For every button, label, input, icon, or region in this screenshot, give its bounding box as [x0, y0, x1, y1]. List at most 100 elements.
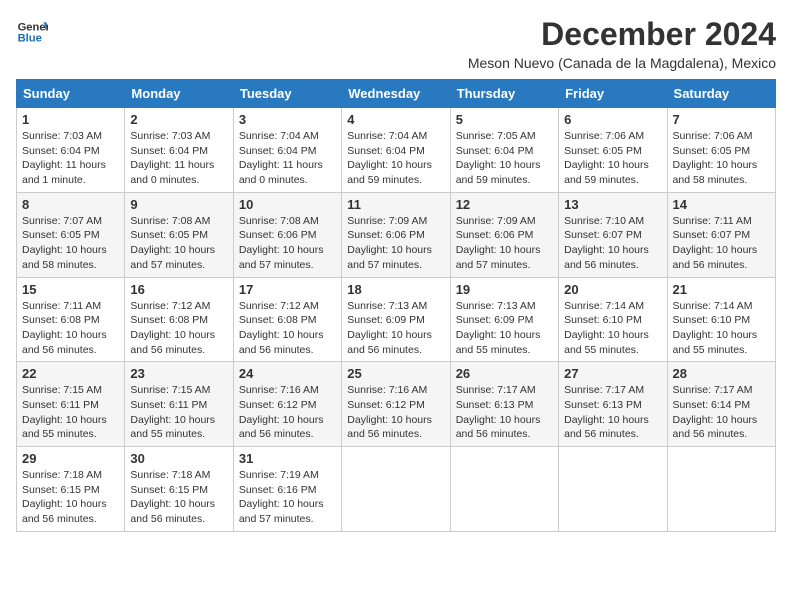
day-cell: 27 Sunrise: 7:17 AMSunset: 6:13 PMDaylig… [559, 362, 667, 447]
day-number: 5 [456, 112, 553, 127]
day-cell [667, 447, 775, 532]
day-cell: 28 Sunrise: 7:17 AMSunset: 6:14 PMDaylig… [667, 362, 775, 447]
day-cell: 21 Sunrise: 7:14 AMSunset: 6:10 PMDaylig… [667, 277, 775, 362]
day-number: 3 [239, 112, 336, 127]
page-header: General Blue December 2024 Meson Nuevo (… [16, 16, 776, 71]
day-cell: 29 Sunrise: 7:18 AMSunset: 6:15 PMDaylig… [17, 447, 125, 532]
day-cell: 5 Sunrise: 7:05 AMSunset: 6:04 PMDayligh… [450, 108, 558, 193]
day-cell: 19 Sunrise: 7:13 AMSunset: 6:09 PMDaylig… [450, 277, 558, 362]
day-number: 12 [456, 197, 553, 212]
day-detail: Sunrise: 7:16 AMSunset: 6:12 PMDaylight:… [347, 383, 444, 442]
day-detail: Sunrise: 7:11 AMSunset: 6:07 PMDaylight:… [673, 214, 770, 273]
day-cell: 31 Sunrise: 7:19 AMSunset: 6:16 PMDaylig… [233, 447, 341, 532]
day-cell: 11 Sunrise: 7:09 AMSunset: 6:06 PMDaylig… [342, 192, 450, 277]
header-thursday: Thursday [450, 80, 558, 108]
day-number: 29 [22, 451, 119, 466]
day-number: 15 [22, 282, 119, 297]
day-cell: 18 Sunrise: 7:13 AMSunset: 6:09 PMDaylig… [342, 277, 450, 362]
day-detail: Sunrise: 7:17 AMSunset: 6:14 PMDaylight:… [673, 383, 770, 442]
day-detail: Sunrise: 7:18 AMSunset: 6:15 PMDaylight:… [130, 468, 227, 527]
title-block: December 2024 Meson Nuevo (Canada de la … [468, 16, 776, 71]
day-cell: 8 Sunrise: 7:07 AMSunset: 6:05 PMDayligh… [17, 192, 125, 277]
day-cell [450, 447, 558, 532]
day-cell [342, 447, 450, 532]
day-number: 6 [564, 112, 661, 127]
week-row-5: 29 Sunrise: 7:18 AMSunset: 6:15 PMDaylig… [17, 447, 776, 532]
day-detail: Sunrise: 7:09 AMSunset: 6:06 PMDaylight:… [347, 214, 444, 273]
day-number: 14 [673, 197, 770, 212]
location-subtitle: Meson Nuevo (Canada de la Magdalena), Me… [468, 55, 776, 71]
week-row-2: 8 Sunrise: 7:07 AMSunset: 6:05 PMDayligh… [17, 192, 776, 277]
day-detail: Sunrise: 7:15 AMSunset: 6:11 PMDaylight:… [130, 383, 227, 442]
header-tuesday: Tuesday [233, 80, 341, 108]
svg-text:General: General [18, 21, 48, 33]
day-number: 21 [673, 282, 770, 297]
logo: General Blue [16, 16, 48, 48]
day-detail: Sunrise: 7:14 AMSunset: 6:10 PMDaylight:… [673, 299, 770, 358]
day-detail: Sunrise: 7:04 AMSunset: 6:04 PMDaylight:… [347, 129, 444, 188]
day-number: 19 [456, 282, 553, 297]
day-number: 30 [130, 451, 227, 466]
day-detail: Sunrise: 7:15 AMSunset: 6:11 PMDaylight:… [22, 383, 119, 442]
day-cell: 16 Sunrise: 7:12 AMSunset: 6:08 PMDaylig… [125, 277, 233, 362]
day-cell: 13 Sunrise: 7:10 AMSunset: 6:07 PMDaylig… [559, 192, 667, 277]
day-cell: 20 Sunrise: 7:14 AMSunset: 6:10 PMDaylig… [559, 277, 667, 362]
day-number: 18 [347, 282, 444, 297]
day-cell: 30 Sunrise: 7:18 AMSunset: 6:15 PMDaylig… [125, 447, 233, 532]
day-detail: Sunrise: 7:09 AMSunset: 6:06 PMDaylight:… [456, 214, 553, 273]
month-title: December 2024 [468, 16, 776, 53]
day-cell: 14 Sunrise: 7:11 AMSunset: 6:07 PMDaylig… [667, 192, 775, 277]
day-number: 31 [239, 451, 336, 466]
week-row-3: 15 Sunrise: 7:11 AMSunset: 6:08 PMDaylig… [17, 277, 776, 362]
day-detail: Sunrise: 7:04 AMSunset: 6:04 PMDaylight:… [239, 129, 336, 188]
day-number: 2 [130, 112, 227, 127]
day-number: 17 [239, 282, 336, 297]
day-number: 13 [564, 197, 661, 212]
day-number: 4 [347, 112, 444, 127]
day-cell: 17 Sunrise: 7:12 AMSunset: 6:08 PMDaylig… [233, 277, 341, 362]
day-detail: Sunrise: 7:16 AMSunset: 6:12 PMDaylight:… [239, 383, 336, 442]
day-number: 10 [239, 197, 336, 212]
day-cell: 23 Sunrise: 7:15 AMSunset: 6:11 PMDaylig… [125, 362, 233, 447]
day-number: 26 [456, 366, 553, 381]
day-number: 23 [130, 366, 227, 381]
day-number: 22 [22, 366, 119, 381]
day-detail: Sunrise: 7:05 AMSunset: 6:04 PMDaylight:… [456, 129, 553, 188]
day-detail: Sunrise: 7:14 AMSunset: 6:10 PMDaylight:… [564, 299, 661, 358]
day-number: 1 [22, 112, 119, 127]
day-cell: 3 Sunrise: 7:04 AMSunset: 6:04 PMDayligh… [233, 108, 341, 193]
week-row-4: 22 Sunrise: 7:15 AMSunset: 6:11 PMDaylig… [17, 362, 776, 447]
day-cell: 25 Sunrise: 7:16 AMSunset: 6:12 PMDaylig… [342, 362, 450, 447]
day-cell: 15 Sunrise: 7:11 AMSunset: 6:08 PMDaylig… [17, 277, 125, 362]
calendar-table: SundayMondayTuesdayWednesdayThursdayFrid… [16, 79, 776, 532]
day-detail: Sunrise: 7:11 AMSunset: 6:08 PMDaylight:… [22, 299, 119, 358]
header-sunday: Sunday [17, 80, 125, 108]
day-number: 8 [22, 197, 119, 212]
day-cell: 24 Sunrise: 7:16 AMSunset: 6:12 PMDaylig… [233, 362, 341, 447]
day-detail: Sunrise: 7:17 AMSunset: 6:13 PMDaylight:… [564, 383, 661, 442]
day-cell: 7 Sunrise: 7:06 AMSunset: 6:05 PMDayligh… [667, 108, 775, 193]
day-cell: 9 Sunrise: 7:08 AMSunset: 6:05 PMDayligh… [125, 192, 233, 277]
day-cell: 22 Sunrise: 7:15 AMSunset: 6:11 PMDaylig… [17, 362, 125, 447]
day-cell [559, 447, 667, 532]
day-detail: Sunrise: 7:08 AMSunset: 6:05 PMDaylight:… [130, 214, 227, 273]
day-detail: Sunrise: 7:06 AMSunset: 6:05 PMDaylight:… [564, 129, 661, 188]
day-detail: Sunrise: 7:12 AMSunset: 6:08 PMDaylight:… [130, 299, 227, 358]
day-number: 25 [347, 366, 444, 381]
day-number: 24 [239, 366, 336, 381]
day-number: 9 [130, 197, 227, 212]
header-wednesday: Wednesday [342, 80, 450, 108]
day-cell: 12 Sunrise: 7:09 AMSunset: 6:06 PMDaylig… [450, 192, 558, 277]
header-row: SundayMondayTuesdayWednesdayThursdayFrid… [17, 80, 776, 108]
day-cell: 2 Sunrise: 7:03 AMSunset: 6:04 PMDayligh… [125, 108, 233, 193]
day-detail: Sunrise: 7:13 AMSunset: 6:09 PMDaylight:… [456, 299, 553, 358]
day-detail: Sunrise: 7:03 AMSunset: 6:04 PMDaylight:… [130, 129, 227, 188]
day-detail: Sunrise: 7:07 AMSunset: 6:05 PMDaylight:… [22, 214, 119, 273]
header-monday: Monday [125, 80, 233, 108]
header-saturday: Saturday [667, 80, 775, 108]
day-cell: 4 Sunrise: 7:04 AMSunset: 6:04 PMDayligh… [342, 108, 450, 193]
day-cell: 26 Sunrise: 7:17 AMSunset: 6:13 PMDaylig… [450, 362, 558, 447]
day-number: 28 [673, 366, 770, 381]
day-detail: Sunrise: 7:03 AMSunset: 6:04 PMDaylight:… [22, 129, 119, 188]
day-detail: Sunrise: 7:18 AMSunset: 6:15 PMDaylight:… [22, 468, 119, 527]
